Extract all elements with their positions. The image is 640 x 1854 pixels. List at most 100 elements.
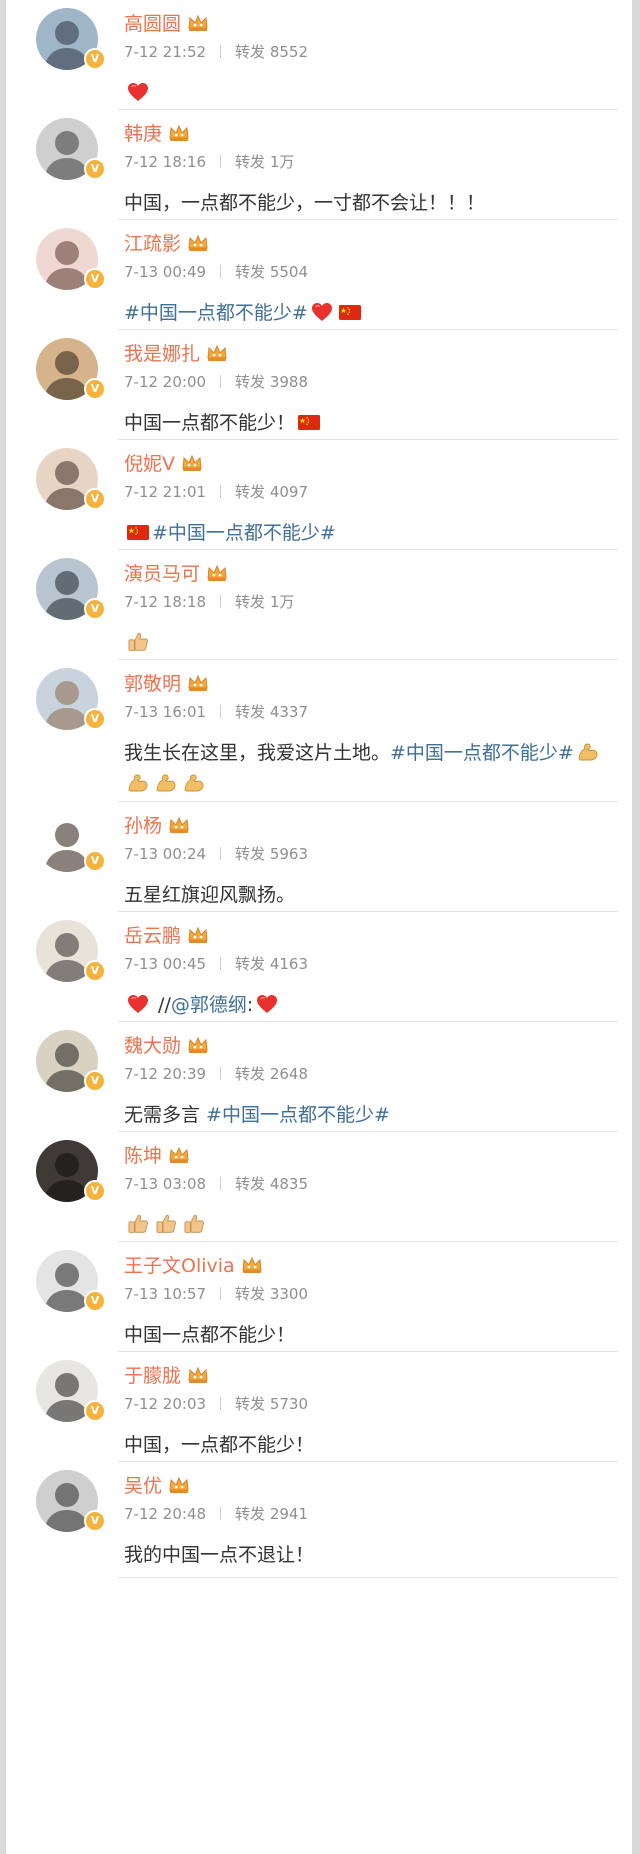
heart-emoji — [310, 300, 334, 324]
post-item: V 陈坤 7-13 03:08 转发 4835 — [6, 1132, 632, 1242]
retweet-count: 4163 — [269, 955, 309, 973]
user-name[interactable]: 于朦胧 — [124, 1364, 209, 1388]
user-name-text[interactable]: 陈坤 — [124, 1145, 162, 1167]
user-name-text[interactable]: 江疏影 — [124, 233, 181, 255]
post-time: 7-12 21:52 — [124, 43, 207, 61]
user-name-text[interactable]: 魏大勋 — [124, 1035, 181, 1057]
retweet-label[interactable]: 转发 — [235, 483, 265, 501]
user-name[interactable]: 吴优 — [124, 1474, 190, 1498]
vip-crown-icon — [168, 124, 190, 142]
post-meta: 7-12 20:39 转发 2648 — [124, 1064, 308, 1084]
post-item: V 岳云鹏 7-13 00:45 转发 4163 //@郭德纲: — [6, 912, 632, 1022]
post-meta: 7-12 20:03 转发 5730 — [124, 1394, 308, 1414]
post-meta: 7-13 00:24 转发 5963 — [124, 844, 308, 864]
user-name-text[interactable]: 郭敬明 — [124, 673, 181, 695]
post-text: 中国，一点都不能少，一寸都不会让！！！ — [124, 192, 486, 214]
post-text: 中国一点都不能少！ — [124, 412, 296, 434]
user-name[interactable]: 郭敬明 — [124, 672, 209, 696]
retweet-count: 4097 — [269, 483, 309, 501]
post-text: 中国一点都不能少！ — [124, 1324, 296, 1346]
post-item: V 韩庚 7-12 18:16 转发 1万 中国，一点都不能少，一寸都不会让！！！ — [6, 110, 632, 220]
verified-badge-icon: V — [84, 1510, 106, 1532]
user-name[interactable]: 王子文Olivia — [124, 1254, 263, 1278]
weibo-comment-feed: V 高圆圆 7-12 21:52 转发 8552 V 韩庚 7-12 18:16 转发 1万中… — [6, 0, 632, 1854]
post-time: 7-12 20:00 — [124, 373, 207, 391]
heart-emoji — [255, 992, 279, 1016]
hashtag-link[interactable]: #中国一点都不能少# — [206, 1104, 390, 1126]
user-name[interactable]: 魏大勋 — [124, 1034, 209, 1058]
hashtag-link[interactable]: #中国一点都不能少# — [390, 742, 574, 764]
thumbs-up-emoji — [154, 1212, 178, 1236]
user-name[interactable]: 陈坤 — [124, 1144, 190, 1168]
retweet-label[interactable]: 转发 — [235, 1065, 265, 1083]
user-name-text[interactable]: 倪妮V — [124, 453, 175, 475]
thumbs-up-emoji — [126, 1212, 150, 1236]
vip-crown-icon — [168, 1476, 190, 1494]
retweet-label[interactable]: 转发 — [235, 845, 265, 863]
post-time: 7-13 03:08 — [124, 1175, 207, 1193]
post-content: 我生长在这里，我爱这片土地。#中国一点都不能少# — [124, 738, 602, 800]
user-name[interactable]: 江疏影 — [124, 232, 209, 256]
user-name[interactable]: 高圆圆 — [124, 12, 209, 36]
retweet-label[interactable]: 转发 — [235, 703, 265, 721]
post-content: 中国一点都不能少！ — [124, 1320, 602, 1351]
retweet-label[interactable]: 转发 — [235, 1395, 265, 1413]
post-time: 7-12 18:18 — [124, 593, 207, 611]
china-flag-emoji — [126, 520, 150, 544]
retweet-label[interactable]: 转发 — [235, 263, 265, 281]
vip-crown-icon — [187, 14, 209, 32]
meta-separator — [220, 1287, 222, 1300]
vip-crown-icon — [168, 1146, 190, 1164]
user-name[interactable]: 岳云鹏 — [124, 924, 209, 948]
verified-badge-icon: V — [84, 158, 106, 180]
retweet-label[interactable]: 转发 — [235, 43, 265, 61]
user-name[interactable]: 倪妮V — [124, 452, 203, 476]
user-name[interactable]: 孙杨 — [124, 814, 190, 838]
retweet-count: 5730 — [269, 1395, 309, 1413]
retweet-label[interactable]: 转发 — [235, 1505, 265, 1523]
mention-link[interactable]: @郭德纲 — [171, 994, 247, 1016]
row-divider — [118, 1577, 618, 1578]
user-name[interactable]: 演员马可 — [124, 562, 228, 586]
retweet-label[interactable]: 转发 — [235, 153, 265, 171]
post-time: 7-13 10:57 — [124, 1285, 207, 1303]
retweet-count: 5504 — [269, 263, 309, 281]
user-name-text[interactable]: 于朦胧 — [124, 1365, 181, 1387]
retweet-label[interactable]: 转发 — [235, 373, 265, 391]
retweet-label[interactable]: 转发 — [235, 1285, 265, 1303]
user-name[interactable]: 韩庚 — [124, 122, 190, 146]
retweet-count: 4337 — [269, 703, 309, 721]
verified-badge-icon: V — [84, 1070, 106, 1092]
user-name-text[interactable]: 吴优 — [124, 1475, 162, 1497]
verified-badge-icon: V — [84, 1290, 106, 1312]
retweet-label[interactable]: 转发 — [235, 1175, 265, 1193]
meta-separator — [220, 1507, 222, 1520]
verified-badge-icon: V — [84, 268, 106, 290]
post-text: 我生长在这里，我爱这片土地。 — [124, 742, 391, 764]
hashtag-link[interactable]: #中国一点都不能少# — [152, 522, 336, 544]
vip-crown-icon — [181, 454, 203, 472]
retweet-label[interactable]: 转发 — [235, 593, 265, 611]
user-name-text[interactable]: 演员马可 — [124, 563, 200, 585]
user-name-text[interactable]: 王子文Olivia — [124, 1255, 235, 1277]
user-name-text[interactable]: 韩庚 — [124, 123, 162, 145]
post-time: 7-12 18:16 — [124, 153, 207, 171]
user-name-text[interactable]: 高圆圆 — [124, 13, 181, 35]
post-item: V 我是娜扎 7-12 20:00 转发 3988 中国一点都不能少！ — [6, 330, 632, 440]
meta-separator — [220, 485, 222, 498]
retweet-count: 2648 — [269, 1065, 309, 1083]
post-meta: 7-12 21:52 转发 8552 — [124, 42, 308, 62]
vip-crown-icon — [187, 674, 209, 692]
user-name-text[interactable]: 孙杨 — [124, 815, 162, 837]
retweet-count: 4835 — [269, 1175, 309, 1193]
retweet-count: 2941 — [269, 1505, 309, 1523]
user-name[interactable]: 我是娜扎 — [124, 342, 228, 366]
hashtag-link[interactable]: #中国一点都不能少# — [124, 302, 308, 324]
user-name-text[interactable]: 我是娜扎 — [124, 343, 200, 365]
post-item: V 王子文Olivia 7-13 10:57 转发 3300 中国一点都不能少！ — [6, 1242, 632, 1352]
china-flag-emoji — [297, 410, 321, 434]
muscle-emoji — [576, 740, 600, 764]
user-name-text[interactable]: 岳云鹏 — [124, 925, 181, 947]
retweet-label[interactable]: 转发 — [235, 955, 265, 973]
post-time: 7-13 00:45 — [124, 955, 207, 973]
